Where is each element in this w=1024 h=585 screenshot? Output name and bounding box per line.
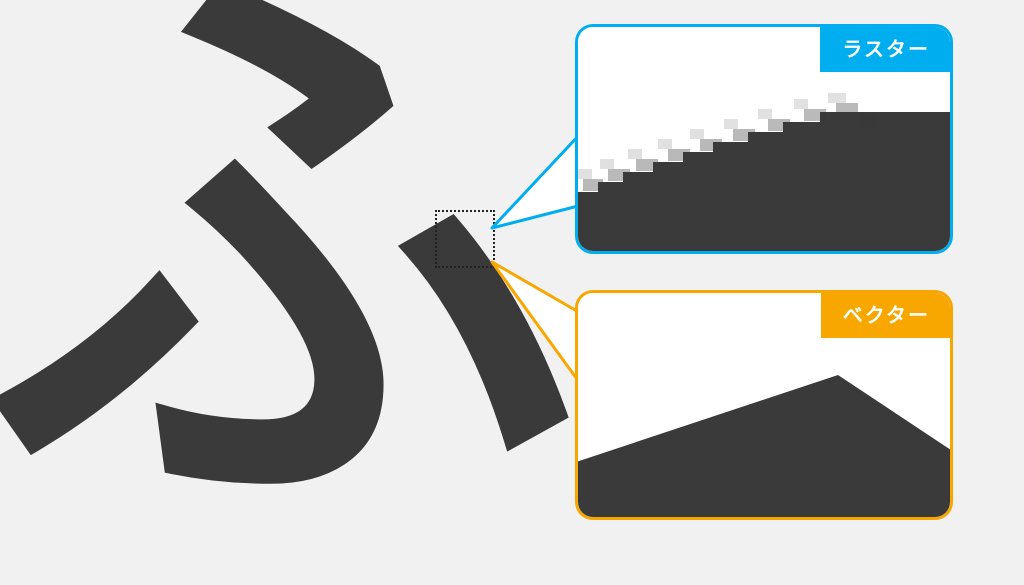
raster-label: ラスター bbox=[820, 25, 952, 72]
vector-label: ベクター bbox=[821, 291, 952, 338]
vector-panel: ベクター bbox=[575, 290, 953, 520]
raster-panel: ラスター bbox=[575, 24, 953, 254]
main-glyph: ふ bbox=[0, 0, 550, 550]
zoom-selection-box bbox=[435, 210, 495, 268]
